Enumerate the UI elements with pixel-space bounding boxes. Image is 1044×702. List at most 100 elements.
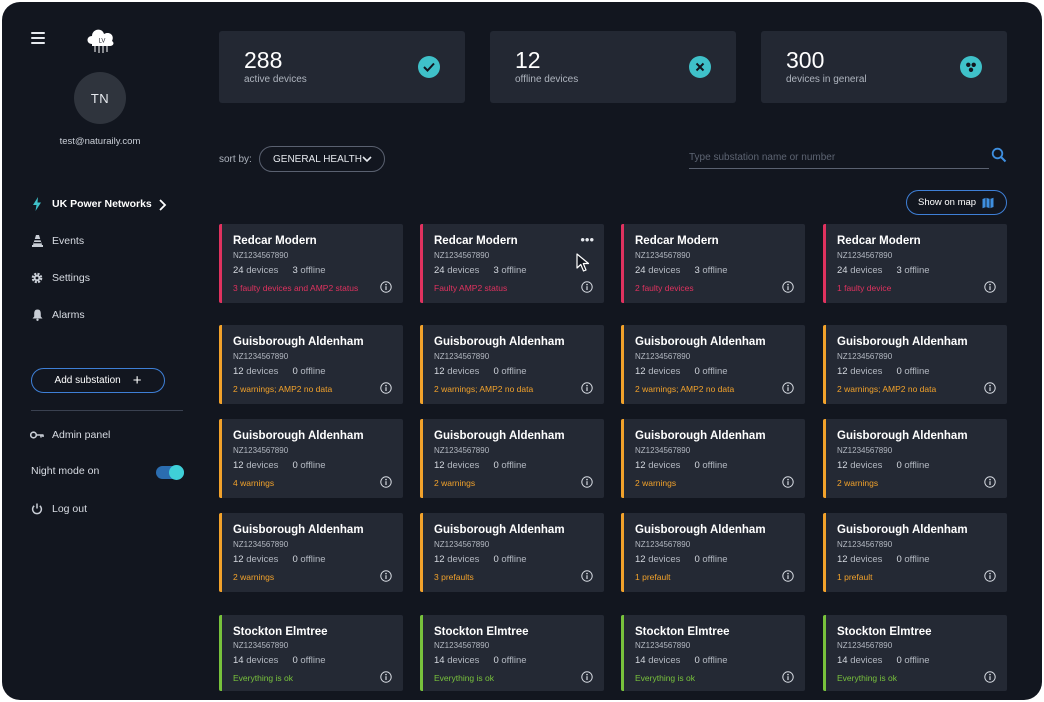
devices-label: devices	[447, 366, 480, 377]
offline-label: offline	[300, 554, 326, 565]
substation-card[interactable]: Redcar Modern NZ1234567890 24 devices 3 off…	[621, 224, 805, 303]
info-icon[interactable]	[984, 671, 996, 683]
nav-item-events[interactable]: Events	[30, 234, 84, 248]
x-icon	[689, 56, 711, 78]
substation-card[interactable]: Guisborough Aldenham NZ1234567890 12 devic…	[219, 513, 403, 592]
logo: LV	[87, 29, 114, 53]
substation-card[interactable]: Guisborough Aldenham NZ1234567890 12 devic…	[219, 325, 403, 404]
sort-select[interactable]: GENERAL HEALTH	[259, 146, 385, 172]
offline-label: offline	[501, 366, 527, 377]
substation-name: Guisborough Aldenham	[233, 430, 364, 442]
devices-count: 14	[434, 655, 445, 666]
info-icon[interactable]	[581, 476, 593, 488]
substation-card[interactable]: Guisborough Aldenham NZ1234567890 12 devic…	[823, 513, 1007, 592]
info-icon[interactable]	[782, 476, 794, 488]
devices-count: 12	[434, 554, 445, 565]
substation-card[interactable]: Guisborough Aldenham NZ1234567890 12 devic…	[823, 325, 1007, 404]
substation-card[interactable]: Stockton Elmtree NZ1234567890 14 devices 0 …	[219, 615, 403, 691]
offline-label: offline	[904, 460, 930, 471]
substation-card[interactable]: Stockton Elmtree NZ1234567890 14 devices 0 …	[420, 615, 604, 691]
substation-card[interactable]: Stockton Elmtree NZ1234567890 14 devices 0 …	[621, 615, 805, 691]
show-on-map-button[interactable]: Show on map	[906, 190, 1007, 215]
substation-card[interactable]: Guisborough Aldenham NZ1234567890 12 devic…	[621, 419, 805, 498]
substation-card[interactable]: Guisborough Aldenham NZ1234567890 12 devic…	[621, 513, 805, 592]
key-icon	[30, 428, 44, 442]
devices-label: devices	[246, 554, 279, 565]
substation-id: NZ1234567890	[635, 641, 691, 650]
status-bar	[420, 224, 423, 303]
offline-label: offline	[702, 554, 728, 565]
dots-icon	[960, 56, 982, 78]
substation-card[interactable]: Redcar Modern NZ1234567890 24 devices 3 off…	[823, 224, 1007, 303]
nav-item-network[interactable]: UK Power Networks	[30, 197, 152, 211]
devices-count: 14	[837, 655, 848, 666]
info-icon[interactable]	[782, 570, 794, 582]
device-counts: 14 devices 0 offline	[635, 655, 728, 666]
info-icon[interactable]	[581, 671, 593, 683]
devices-label: devices	[850, 460, 883, 471]
night-mode-label: Night mode on	[31, 465, 100, 477]
night-mode-toggle[interactable]	[156, 465, 184, 480]
status-text: 4 warnings	[233, 478, 275, 488]
offline-count: 3	[292, 265, 298, 276]
substation-id: NZ1234567890	[233, 352, 289, 361]
substation-card[interactable]: Guisborough Aldenham NZ1234567890 12 devic…	[420, 325, 604, 404]
nav-item-alarms[interactable]: Alarms	[30, 308, 85, 322]
substation-id: NZ1234567890	[434, 641, 490, 650]
info-icon[interactable]	[782, 281, 794, 293]
status-bar	[219, 325, 222, 404]
search-icon[interactable]	[991, 147, 1007, 163]
info-icon[interactable]	[380, 671, 392, 683]
status-bar	[621, 419, 624, 498]
info-icon[interactable]	[380, 570, 392, 582]
substation-id: NZ1234567890	[635, 446, 691, 455]
devices-count: 12	[837, 366, 848, 377]
substation-name: Redcar Modern	[837, 235, 921, 247]
devices-count: 12	[233, 554, 244, 565]
avatar[interactable]: TN	[74, 72, 126, 124]
info-icon[interactable]	[380, 281, 392, 293]
hamburger-menu-icon[interactable]	[31, 32, 45, 44]
search-input[interactable]	[689, 147, 989, 169]
offline-count: 3	[694, 265, 700, 276]
substation-card[interactable]: Guisborough Aldenham NZ1234567890 12 devic…	[219, 419, 403, 498]
info-icon[interactable]	[782, 671, 794, 683]
info-icon[interactable]	[581, 570, 593, 582]
offline-count: 0	[493, 554, 499, 565]
info-icon[interactable]	[380, 382, 392, 394]
info-icon[interactable]	[782, 382, 794, 394]
substation-card[interactable]: Guisborough Aldenham NZ1234567890 12 devic…	[420, 419, 604, 498]
info-icon[interactable]	[581, 382, 593, 394]
info-icon[interactable]	[581, 281, 593, 293]
info-icon[interactable]	[380, 476, 392, 488]
substation-card[interactable]: Guisborough Aldenham NZ1234567890 12 devic…	[621, 325, 805, 404]
offline-count: 3	[493, 265, 499, 276]
status-bar	[621, 224, 624, 303]
substation-id: NZ1234567890	[837, 352, 893, 361]
nav-events-label: Events	[52, 235, 85, 247]
substation-name: Stockton Elmtree	[635, 626, 730, 638]
info-icon[interactable]	[984, 281, 996, 293]
status-bar	[219, 224, 222, 303]
devices-label: devices	[850, 655, 883, 666]
substation-card[interactable]: Redcar Modern NZ1234567890 24 devices 3 off…	[219, 224, 403, 303]
mouse-pointer-icon	[576, 253, 590, 272]
substation-id: NZ1234567890	[233, 251, 289, 260]
more-menu-icon[interactable]: •••	[580, 233, 594, 246]
nav-item-admin[interactable]: Admin panel	[30, 428, 110, 442]
offline-label: offline	[904, 265, 930, 276]
add-substation-button[interactable]: Add substation +	[31, 368, 165, 393]
nav-item-logout[interactable]: Log out	[30, 502, 87, 516]
nav-item-settings[interactable]: Settings	[30, 271, 90, 285]
info-icon[interactable]	[984, 570, 996, 582]
substation-card[interactable]: Stockton Elmtree NZ1234567890 14 devices 0 …	[823, 615, 1007, 691]
info-icon[interactable]	[984, 476, 996, 488]
info-icon[interactable]	[984, 382, 996, 394]
chevron-right-icon[interactable]	[157, 199, 167, 211]
substation-id: NZ1234567890	[635, 251, 691, 260]
substation-card[interactable]: Guisborough Aldenham NZ1234567890 12 devic…	[420, 513, 604, 592]
substation-card[interactable]: Guisborough Aldenham NZ1234567890 12 devic…	[823, 419, 1007, 498]
nav-alarms-label: Alarms	[52, 309, 85, 321]
device-counts: 24 devices 3 offline	[635, 265, 728, 276]
device-counts: 12 devices 0 offline	[233, 366, 326, 377]
